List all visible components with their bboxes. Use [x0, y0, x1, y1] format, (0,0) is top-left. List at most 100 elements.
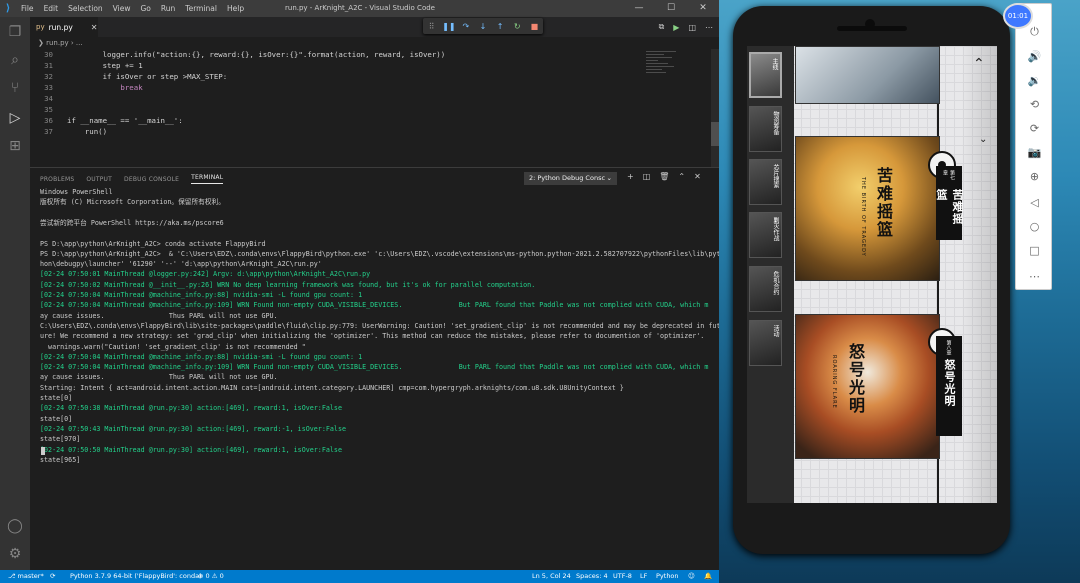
indentation[interactable]: Spaces: 4	[576, 570, 608, 583]
emulator-screen[interactable]: 主线 物资筹备 芯片搜索 剿灭作战 危机合约 活动 苦难摇篮 THE BIRTH…	[747, 46, 997, 503]
terminal-line: PS D:\app\python\ArKnight_A2C> conda act…	[40, 239, 266, 248]
volume-down-icon[interactable]: 🔉	[1016, 68, 1053, 92]
mode-thumb-contingency[interactable]: 危机合约	[749, 266, 782, 312]
chapter-card-previous[interactable]	[795, 46, 940, 104]
editor-scrollbar-thumb[interactable]	[711, 122, 719, 146]
chapter-card-7[interactable]: 苦难摇篮 THE BIRTH OF TRAGEDY	[795, 136, 940, 281]
source-control-icon[interactable]: ⑂	[0, 73, 30, 103]
code-line: 30 logger.info("action:{}, reward:{}, is…	[44, 50, 446, 59]
account-icon[interactable]: ◯	[0, 511, 30, 541]
terminal-line: warnings.warn("Caution! 'set_gradient_cl…	[40, 342, 306, 351]
problems-count[interactable]: ⊗ 0 ⚠ 0	[198, 570, 224, 583]
language-mode[interactable]: Python	[656, 570, 679, 583]
editor-actions: ⧉ ▶ ◫ ⋯	[659, 17, 713, 37]
stop-icon[interactable]: ■	[528, 22, 541, 31]
chapter-8-label[interactable]: 第八章 怒号光明	[936, 336, 962, 436]
tab-debug-console[interactable]: DEBUG CONSOLE	[124, 176, 179, 183]
new-terminal-icon[interactable]: +	[627, 172, 634, 181]
python-file-icon: py	[36, 23, 45, 31]
mode-thumb-main[interactable]: 主线	[749, 52, 782, 98]
git-branch[interactable]: ⎇ master*	[8, 570, 44, 583]
rotate-right-icon[interactable]: ⟳	[1016, 116, 1053, 140]
menu-view[interactable]: View	[108, 0, 136, 17]
chevron-up-icon[interactable]: ⌃	[973, 56, 985, 72]
zoom-icon[interactable]: ⊕	[1016, 164, 1053, 188]
home-icon[interactable]: ○	[1016, 214, 1053, 238]
tab-terminal[interactable]: TERMINAL	[191, 174, 224, 184]
menu-go[interactable]: Go	[135, 0, 155, 17]
vscode-window: ⟩ File Edit Selection View Go Run Termin…	[0, 0, 719, 583]
menu-file[interactable]: File	[16, 0, 39, 17]
earpiece-speaker	[837, 26, 907, 31]
split-terminal-icon[interactable]: ◫	[643, 172, 651, 181]
menu-run[interactable]: Run	[156, 0, 180, 17]
run-debug-icon[interactable]: ▷	[0, 103, 30, 133]
encoding[interactable]: UTF-8	[613, 570, 632, 583]
step-over-icon[interactable]: ↷	[459, 22, 472, 31]
back-icon[interactable]: ◁	[1016, 190, 1053, 214]
tab-run-py[interactable]: py run.py ✕	[30, 17, 98, 37]
open-changes-icon[interactable]: ⧉	[659, 22, 665, 32]
menu-selection[interactable]: Selection	[63, 0, 108, 17]
breadcrumb[interactable]: ❯ run.py › ...	[30, 37, 719, 49]
search-icon[interactable]: ⌕	[0, 45, 30, 75]
mode-thumb-supplies[interactable]: 物资筹备	[749, 106, 782, 152]
more-actions-icon[interactable]: ⋯	[705, 23, 713, 32]
extensions-icon[interactable]: ⊞	[0, 131, 30, 161]
explorer-icon[interactable]: ❐	[0, 17, 30, 47]
mode-thumb-chips[interactable]: 芯片搜索	[749, 159, 782, 205]
maximize-button[interactable]: ☐	[655, 0, 687, 17]
chapter-card-8[interactable]: 怒号光明 ROARING FLARE	[795, 314, 940, 459]
volume-up-icon[interactable]: 🔊	[1016, 44, 1053, 68]
tab-output[interactable]: OUTPUT	[86, 176, 112, 183]
menu-terminal[interactable]: Terminal	[180, 0, 222, 17]
terminal-line: [02-24 07:50:38 MainThread @run.py:30] a…	[40, 404, 342, 413]
cursor-position[interactable]: Ln 5, Col 24	[532, 570, 571, 583]
terminal-line: ure! We recommend a new strategy: set 'g…	[40, 332, 705, 341]
step-into-icon[interactable]: ↓	[476, 22, 489, 31]
camera-icon[interactable]: 📷	[1016, 140, 1053, 164]
line-ending[interactable]: LF	[640, 570, 647, 583]
split-editor-icon[interactable]: ◫	[688, 23, 696, 32]
mode-thumb-event[interactable]: 活动	[749, 320, 782, 366]
terminal-cursor	[41, 447, 45, 455]
restart-icon[interactable]: ↻	[511, 22, 524, 31]
menu-help[interactable]: Help	[222, 0, 249, 17]
panel-actions: + ◫ 🗑 ⌃ ✕	[627, 172, 701, 181]
run-file-icon[interactable]: ▶	[673, 23, 679, 32]
drag-grip-icon[interactable]: ⠿	[425, 22, 438, 31]
tab-label: run.py	[48, 22, 73, 32]
minimap[interactable]	[646, 49, 680, 89]
tab-close-icon[interactable]: ✕	[91, 23, 98, 32]
chevron-double-down-icon[interactable]: ⌄	[979, 134, 987, 145]
menu-edit[interactable]: Edit	[39, 0, 64, 17]
pause-icon[interactable]: ❚❚	[442, 22, 455, 31]
chapter-7-label[interactable]: 第七章 苦难摇篮	[935, 166, 964, 240]
kill-terminal-icon[interactable]: 🗑	[659, 172, 669, 181]
code-editor[interactable]: 30 logger.info("action:{}, reward:{}, is…	[30, 49, 719, 167]
feedback-icon[interactable]: ☺	[688, 570, 695, 583]
minimize-button[interactable]: —	[623, 0, 655, 17]
screen-edge-shade	[961, 46, 997, 503]
rotate-left-icon[interactable]: ⟲	[1016, 92, 1053, 116]
terminal-output[interactable]: Windows PowerShell 版权所有 (C) Microsoft Cor…	[40, 187, 719, 567]
terminal-line: hon\debugpy\launcher' '61290' '--' 'd:\a…	[40, 260, 322, 269]
python-interpreter[interactable]: Python 3.7.9 64-bit ('FlappyBird': conda…	[70, 570, 202, 583]
sync-icon[interactable]: ⟳	[50, 570, 55, 583]
tab-problems[interactable]: PROBLEMS	[40, 176, 74, 183]
close-panel-icon[interactable]: ✕	[694, 172, 701, 181]
settings-gear-icon[interactable]: ⚙	[0, 539, 30, 569]
editor-scrollbar[interactable]	[711, 49, 719, 167]
terminal-line: ay cause issues. Thus PARL will not use …	[40, 373, 278, 382]
more-icon[interactable]: ⋯	[1016, 264, 1053, 288]
terminal-line: PS D:\app\python\ArKnight_A2C> & 'C:\Use…	[40, 249, 719, 258]
terminal-select[interactable]: 2: Python Debug Consc ⌄	[524, 172, 617, 185]
notifications-bell-icon[interactable]: 🔔	[704, 570, 712, 583]
mode-thumb-annihilation[interactable]: 剿灭作战	[749, 212, 782, 258]
window-title: run.py - ArKnight_A2C - Visual Studio Co…	[285, 4, 435, 12]
step-out-icon[interactable]: ↑	[494, 22, 507, 31]
overview-icon[interactable]: □	[1016, 238, 1053, 262]
terminal-select-value: 2: Python Debug Consc	[529, 174, 606, 182]
maximize-panel-icon[interactable]: ⌃	[678, 172, 685, 181]
close-button[interactable]: ✕	[687, 0, 719, 17]
